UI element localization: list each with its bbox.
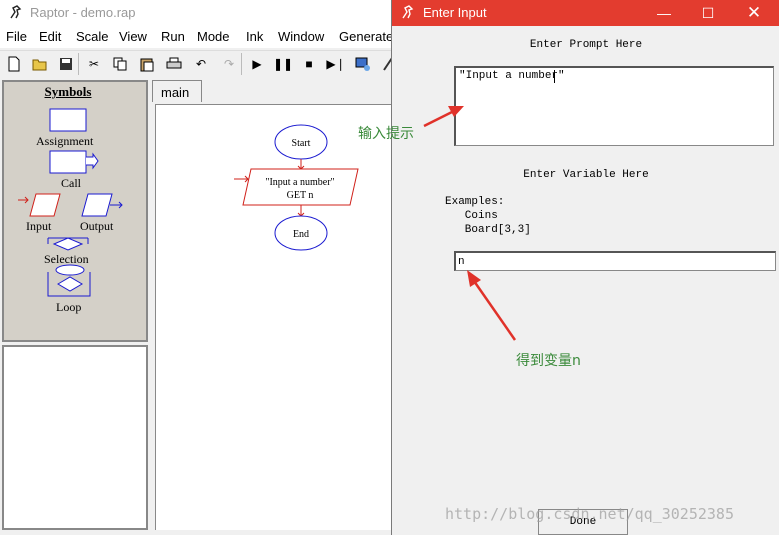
step-icon[interactable]: ▶❘ — [326, 54, 346, 74]
input-node-line1: "Input a number" — [265, 177, 334, 188]
examples-text: Examples: Coins Board[3,3] — [445, 195, 531, 237]
raptor-logo-icon — [402, 5, 414, 19]
menu-mode[interactable]: Mode — [197, 29, 230, 44]
variable-label: Enter Variable Here — [523, 169, 649, 181]
toolbar-separator — [241, 53, 242, 75]
example-item: Coins — [445, 210, 498, 222]
menu-scale[interactable]: Scale — [76, 29, 109, 44]
play-icon[interactable]: ▶ — [247, 54, 267, 74]
pause-icon[interactable]: ❚❚ — [273, 54, 293, 74]
close-icon[interactable]: ✕ — [732, 0, 776, 26]
main-titlebar: Raptor - demo.rap — [0, 0, 400, 26]
toolbar: ✂ ↶ ↷ ▶ ❚❚ ■ ▶❘ — [0, 50, 400, 79]
minimize-icon[interactable]: — — [642, 0, 686, 26]
menu-file[interactable]: File — [6, 29, 27, 44]
watch-window-panel — [2, 345, 148, 530]
loop-label: Loop — [56, 300, 82, 314]
symbols-title: Symbols — [44, 84, 92, 99]
prompt-annotation: 输入提示 — [358, 126, 414, 142]
stop-icon[interactable]: ■ — [299, 54, 319, 74]
raptor-main-window: Raptor - demo.rap File Edit Scale View R… — [0, 0, 400, 535]
assignment-shape-icon — [49, 108, 87, 132]
input-shape-icon — [18, 193, 61, 217]
toolbar-separator — [78, 53, 79, 75]
input-node-line2: GET n — [287, 190, 314, 201]
flowchart-canvas[interactable]: Start "Input a number" GET n End — [155, 104, 396, 530]
prompt-input-value: "Input a number" — [459, 70, 565, 82]
dialog-titlebar[interactable]: Enter Input — ☐ ✕ — [392, 0, 779, 26]
selection-symbol[interactable]: Selection — [44, 230, 92, 266]
input-arrow-icon — [234, 175, 249, 183]
print-icon[interactable] — [164, 54, 184, 74]
menu-generate[interactable]: Generate — [339, 29, 393, 44]
start-label: Start — [292, 138, 311, 149]
enter-input-dialog: Enter Input — ☐ ✕ Enter Prompt Here "Inp… — [391, 0, 779, 535]
tab-main[interactable]: main — [152, 80, 202, 102]
menu-window[interactable]: Window — [278, 29, 324, 44]
menu-bar: File Edit Scale View Run Mode Ink Window… — [0, 26, 400, 48]
examples-header: Examples: — [445, 196, 505, 208]
maximize-icon[interactable]: ☐ — [686, 0, 730, 26]
paste-icon[interactable] — [137, 54, 157, 74]
loop-symbol[interactable]: Loop — [46, 264, 96, 314]
output-shape-icon — [81, 193, 123, 217]
call-symbol[interactable]: Call — [49, 150, 101, 190]
main-window-title: Raptor - demo.rap — [30, 5, 136, 20]
menu-run[interactable]: Run — [161, 29, 185, 44]
symbols-panel: Symbols Assignment Call Input Output Sel… — [2, 80, 148, 342]
call-shape-icon — [49, 150, 99, 174]
undo-icon[interactable]: ↶ — [191, 54, 211, 74]
flowchart-diagram: Start "Input a number" GET n End — [234, 124, 359, 251]
end-label: End — [293, 229, 309, 240]
raptor-logo-icon — [10, 5, 22, 19]
menu-view[interactable]: View — [119, 29, 147, 44]
prompt-label: Enter Prompt Here — [529, 39, 643, 51]
variable-input[interactable]: n — [454, 251, 776, 271]
new-icon[interactable] — [4, 54, 24, 74]
open-icon[interactable] — [30, 54, 50, 74]
assignment-label: Assignment — [36, 134, 94, 148]
cut-icon[interactable]: ✂ — [84, 54, 104, 74]
selection-shape-icon — [47, 237, 89, 251]
save-icon[interactable] — [56, 54, 76, 74]
watermark-text: http://blog.csdn.net/qq_30252385 — [445, 505, 734, 523]
example-item: Board[3,3] — [445, 224, 531, 236]
variable-annotation: 得到变量n — [516, 353, 581, 369]
copy-icon[interactable] — [110, 54, 130, 74]
test-icon[interactable] — [353, 54, 373, 74]
call-label: Call — [61, 176, 81, 190]
variable-input-value: n — [458, 256, 465, 268]
loop-shape-icon — [47, 264, 91, 297]
menu-ink[interactable]: Ink — [246, 29, 263, 44]
assignment-symbol[interactable]: Assignment — [36, 108, 93, 148]
menu-edit[interactable]: Edit — [39, 29, 61, 44]
input-symbol[interactable]: Input — [18, 192, 63, 233]
dialog-title: Enter Input — [423, 5, 487, 20]
output-symbol[interactable]: Output — [80, 192, 130, 233]
redo-icon[interactable]: ↷ — [219, 54, 239, 74]
text-caret — [554, 70, 555, 83]
prompt-input[interactable]: "Input a number" — [454, 66, 774, 146]
